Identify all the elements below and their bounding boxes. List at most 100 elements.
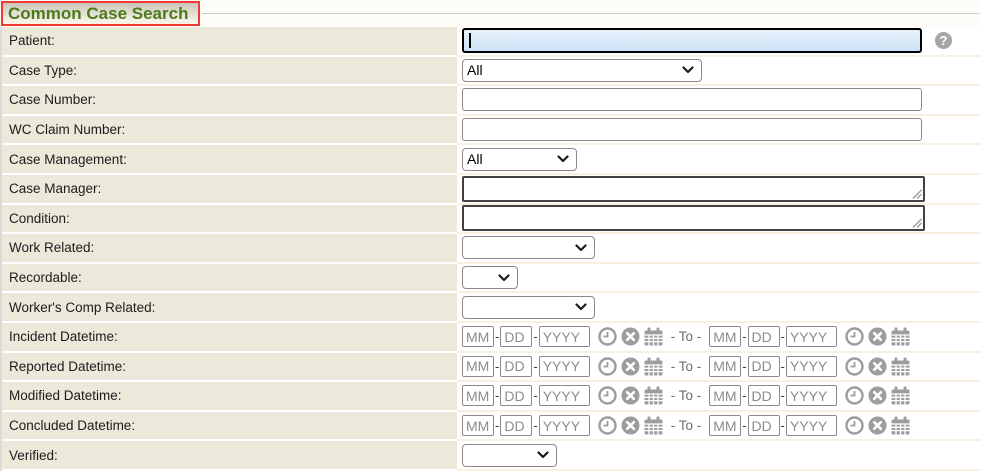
month-input[interactable] <box>462 385 494 406</box>
day-input[interactable] <box>500 415 532 436</box>
case-manager-textarea[interactable] <box>462 176 925 202</box>
month-input[interactable] <box>709 356 741 377</box>
clock-icon[interactable] <box>598 386 617 405</box>
calendar-icon[interactable] <box>891 357 910 376</box>
year-input[interactable] <box>539 415 590 436</box>
case-number-label: Case Number: <box>2 86 457 116</box>
date-separator: - <box>781 329 785 344</box>
row-patient: Patient: ? <box>2 27 981 57</box>
case-manager-label: Case Manager: <box>2 175 457 205</box>
incident-end-date: - - <box>709 326 910 347</box>
month-input[interactable] <box>709 385 741 406</box>
header-divider-line <box>202 13 979 14</box>
patient-label: Patient: <box>2 27 457 57</box>
clear-icon[interactable] <box>621 357 640 376</box>
day-input[interactable] <box>500 385 532 406</box>
year-input[interactable] <box>786 356 837 377</box>
year-input[interactable] <box>539 356 590 377</box>
day-input[interactable] <box>500 326 532 347</box>
clock-icon[interactable] <box>598 416 617 435</box>
calendar-icon[interactable] <box>891 386 910 405</box>
date-separator: - <box>742 359 746 374</box>
wc-claim-number-input[interactable] <box>462 118 922 141</box>
row-recordable: Recordable: <box>2 264 981 294</box>
condition-textarea[interactable] <box>462 205 925 231</box>
calendar-icon[interactable] <box>644 416 663 435</box>
row-reported-datetime: Reported Datetime: - - - To - - - <box>2 353 981 383</box>
month-input[interactable] <box>462 415 494 436</box>
clock-icon[interactable] <box>845 357 864 376</box>
clear-icon[interactable] <box>868 386 887 405</box>
verified-select[interactable] <box>462 444 557 467</box>
to-label: - To - <box>671 418 702 433</box>
row-work-related: Work Related: <box>2 234 981 264</box>
row-incident-datetime: Incident Datetime: - - - To - - - <box>2 323 981 353</box>
date-separator: - <box>742 329 746 344</box>
incident-datetime-label: Incident Datetime: <box>2 323 457 353</box>
month-input[interactable] <box>709 415 741 436</box>
date-separator: - <box>495 329 499 344</box>
day-input[interactable] <box>748 326 780 347</box>
case-number-input[interactable] <box>462 88 922 111</box>
row-modified-datetime: Modified Datetime: - - - To - - - <box>2 382 981 412</box>
concluded-datetime-label: Concluded Datetime: <box>2 412 457 442</box>
row-condition: Condition: <box>2 205 981 235</box>
row-case-number: Case Number: <box>2 86 981 116</box>
calendar-icon[interactable] <box>644 327 663 346</box>
clear-icon[interactable] <box>868 416 887 435</box>
row-verified: Verified: <box>2 441 981 471</box>
recordable-label: Recordable: <box>2 264 457 294</box>
concluded-start-date: - - <box>462 415 663 436</box>
clock-icon[interactable] <box>598 357 617 376</box>
resize-grip-icon[interactable] <box>912 218 922 228</box>
chevron-down-icon <box>575 244 587 252</box>
resize-grip-icon[interactable] <box>912 189 922 199</box>
case-management-select[interactable]: All <box>462 148 577 171</box>
case-type-select[interactable]: All <box>462 59 702 82</box>
chevron-down-icon <box>498 274 510 282</box>
row-wc-claim-number: WC Claim Number: <box>2 116 981 146</box>
year-input[interactable] <box>786 385 837 406</box>
chevron-down-icon <box>682 66 694 74</box>
date-separator: - <box>533 329 537 344</box>
day-input[interactable] <box>748 356 780 377</box>
clear-icon[interactable] <box>621 327 640 346</box>
day-input[interactable] <box>748 385 780 406</box>
clock-icon[interactable] <box>598 327 617 346</box>
year-input[interactable] <box>786 326 837 347</box>
year-input[interactable] <box>539 385 590 406</box>
recordable-select[interactable] <box>462 266 518 289</box>
patient-input[interactable] <box>462 28 922 53</box>
calendar-icon[interactable] <box>644 386 663 405</box>
date-separator: - <box>495 418 499 433</box>
month-input[interactable] <box>462 326 494 347</box>
chevron-down-icon <box>557 155 569 163</box>
chevron-down-icon <box>537 451 549 459</box>
year-input[interactable] <box>539 326 590 347</box>
to-label: - To - <box>671 359 702 374</box>
clear-icon[interactable] <box>868 327 887 346</box>
clock-icon[interactable] <box>845 416 864 435</box>
date-separator: - <box>495 359 499 374</box>
clear-icon[interactable] <box>621 416 640 435</box>
date-separator: - <box>533 418 537 433</box>
clear-icon[interactable] <box>868 357 887 376</box>
help-icon[interactable]: ? <box>935 32 952 49</box>
month-input[interactable] <box>462 356 494 377</box>
work-related-select[interactable] <box>462 236 595 259</box>
month-input[interactable] <box>709 326 741 347</box>
calendar-icon[interactable] <box>891 416 910 435</box>
year-input[interactable] <box>786 415 837 436</box>
case-management-label: Case Management: <box>2 145 457 175</box>
date-separator: - <box>781 418 785 433</box>
date-separator: - <box>533 359 537 374</box>
condition-label: Condition: <box>2 205 457 235</box>
day-input[interactable] <box>500 356 532 377</box>
calendar-icon[interactable] <box>891 327 910 346</box>
day-input[interactable] <box>748 415 780 436</box>
clear-icon[interactable] <box>621 386 640 405</box>
calendar-icon[interactable] <box>644 357 663 376</box>
workers-comp-related-select[interactable] <box>462 296 595 319</box>
clock-icon[interactable] <box>845 327 864 346</box>
clock-icon[interactable] <box>845 386 864 405</box>
